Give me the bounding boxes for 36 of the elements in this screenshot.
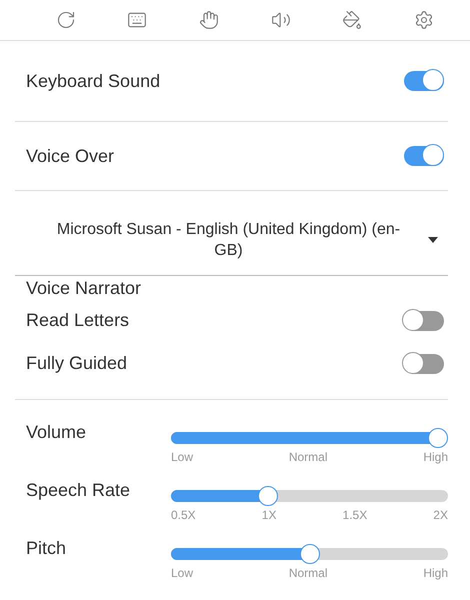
slider[interactable] — [171, 428, 448, 448]
tick-label: Low — [171, 566, 194, 580]
tick-label: 0.5X — [171, 508, 196, 522]
voice-dropdown[interactable]: Microsoft Susan - English (United Kingdom) (en-GB) — [15, 209, 448, 276]
caret-icon — [428, 237, 438, 243]
slider-label: Pitch — [26, 538, 68, 559]
tick-label: Normal — [288, 566, 328, 580]
tick-label: 2X — [433, 508, 448, 522]
setting-label: Read Letters — [26, 310, 130, 331]
speaker-icon[interactable] — [270, 10, 291, 30]
tick-label: 1.5X — [342, 508, 368, 522]
slider-thumb[interactable] — [428, 428, 448, 448]
hand-icon[interactable] — [199, 10, 220, 30]
paint-bucket-icon[interactable] — [342, 10, 362, 30]
slider-label: Speech Rate — [26, 480, 132, 501]
setting-label: Fully Guided — [26, 353, 128, 374]
setting-label: Keyboard Sound — [26, 70, 160, 92]
slider-thumb[interactable] — [258, 486, 278, 506]
section-label: Voice Narrator — [25, 277, 142, 299]
tick-label: High — [423, 566, 448, 580]
tick-label: Low — [171, 450, 194, 464]
tick-label: Normal — [288, 450, 328, 464]
slider[interactable] — [171, 544, 448, 564]
tick-label: High — [423, 450, 448, 464]
toggle-switch[interactable] — [404, 146, 444, 166]
setting-label: Voice Over — [26, 146, 114, 166]
keyboard-icon[interactable] — [127, 10, 148, 30]
slider[interactable] — [171, 486, 448, 506]
toggle-switch[interactable] — [404, 354, 444, 374]
toggle-switch[interactable] — [404, 310, 444, 330]
refresh-icon[interactable] — [56, 10, 76, 30]
tick-label: 1X — [262, 508, 276, 522]
settings-icon[interactable] — [414, 10, 434, 30]
slider-thumb[interactable] — [300, 544, 320, 564]
slider-label: Volume — [26, 422, 88, 443]
toggle-switch[interactable] — [404, 71, 444, 91]
